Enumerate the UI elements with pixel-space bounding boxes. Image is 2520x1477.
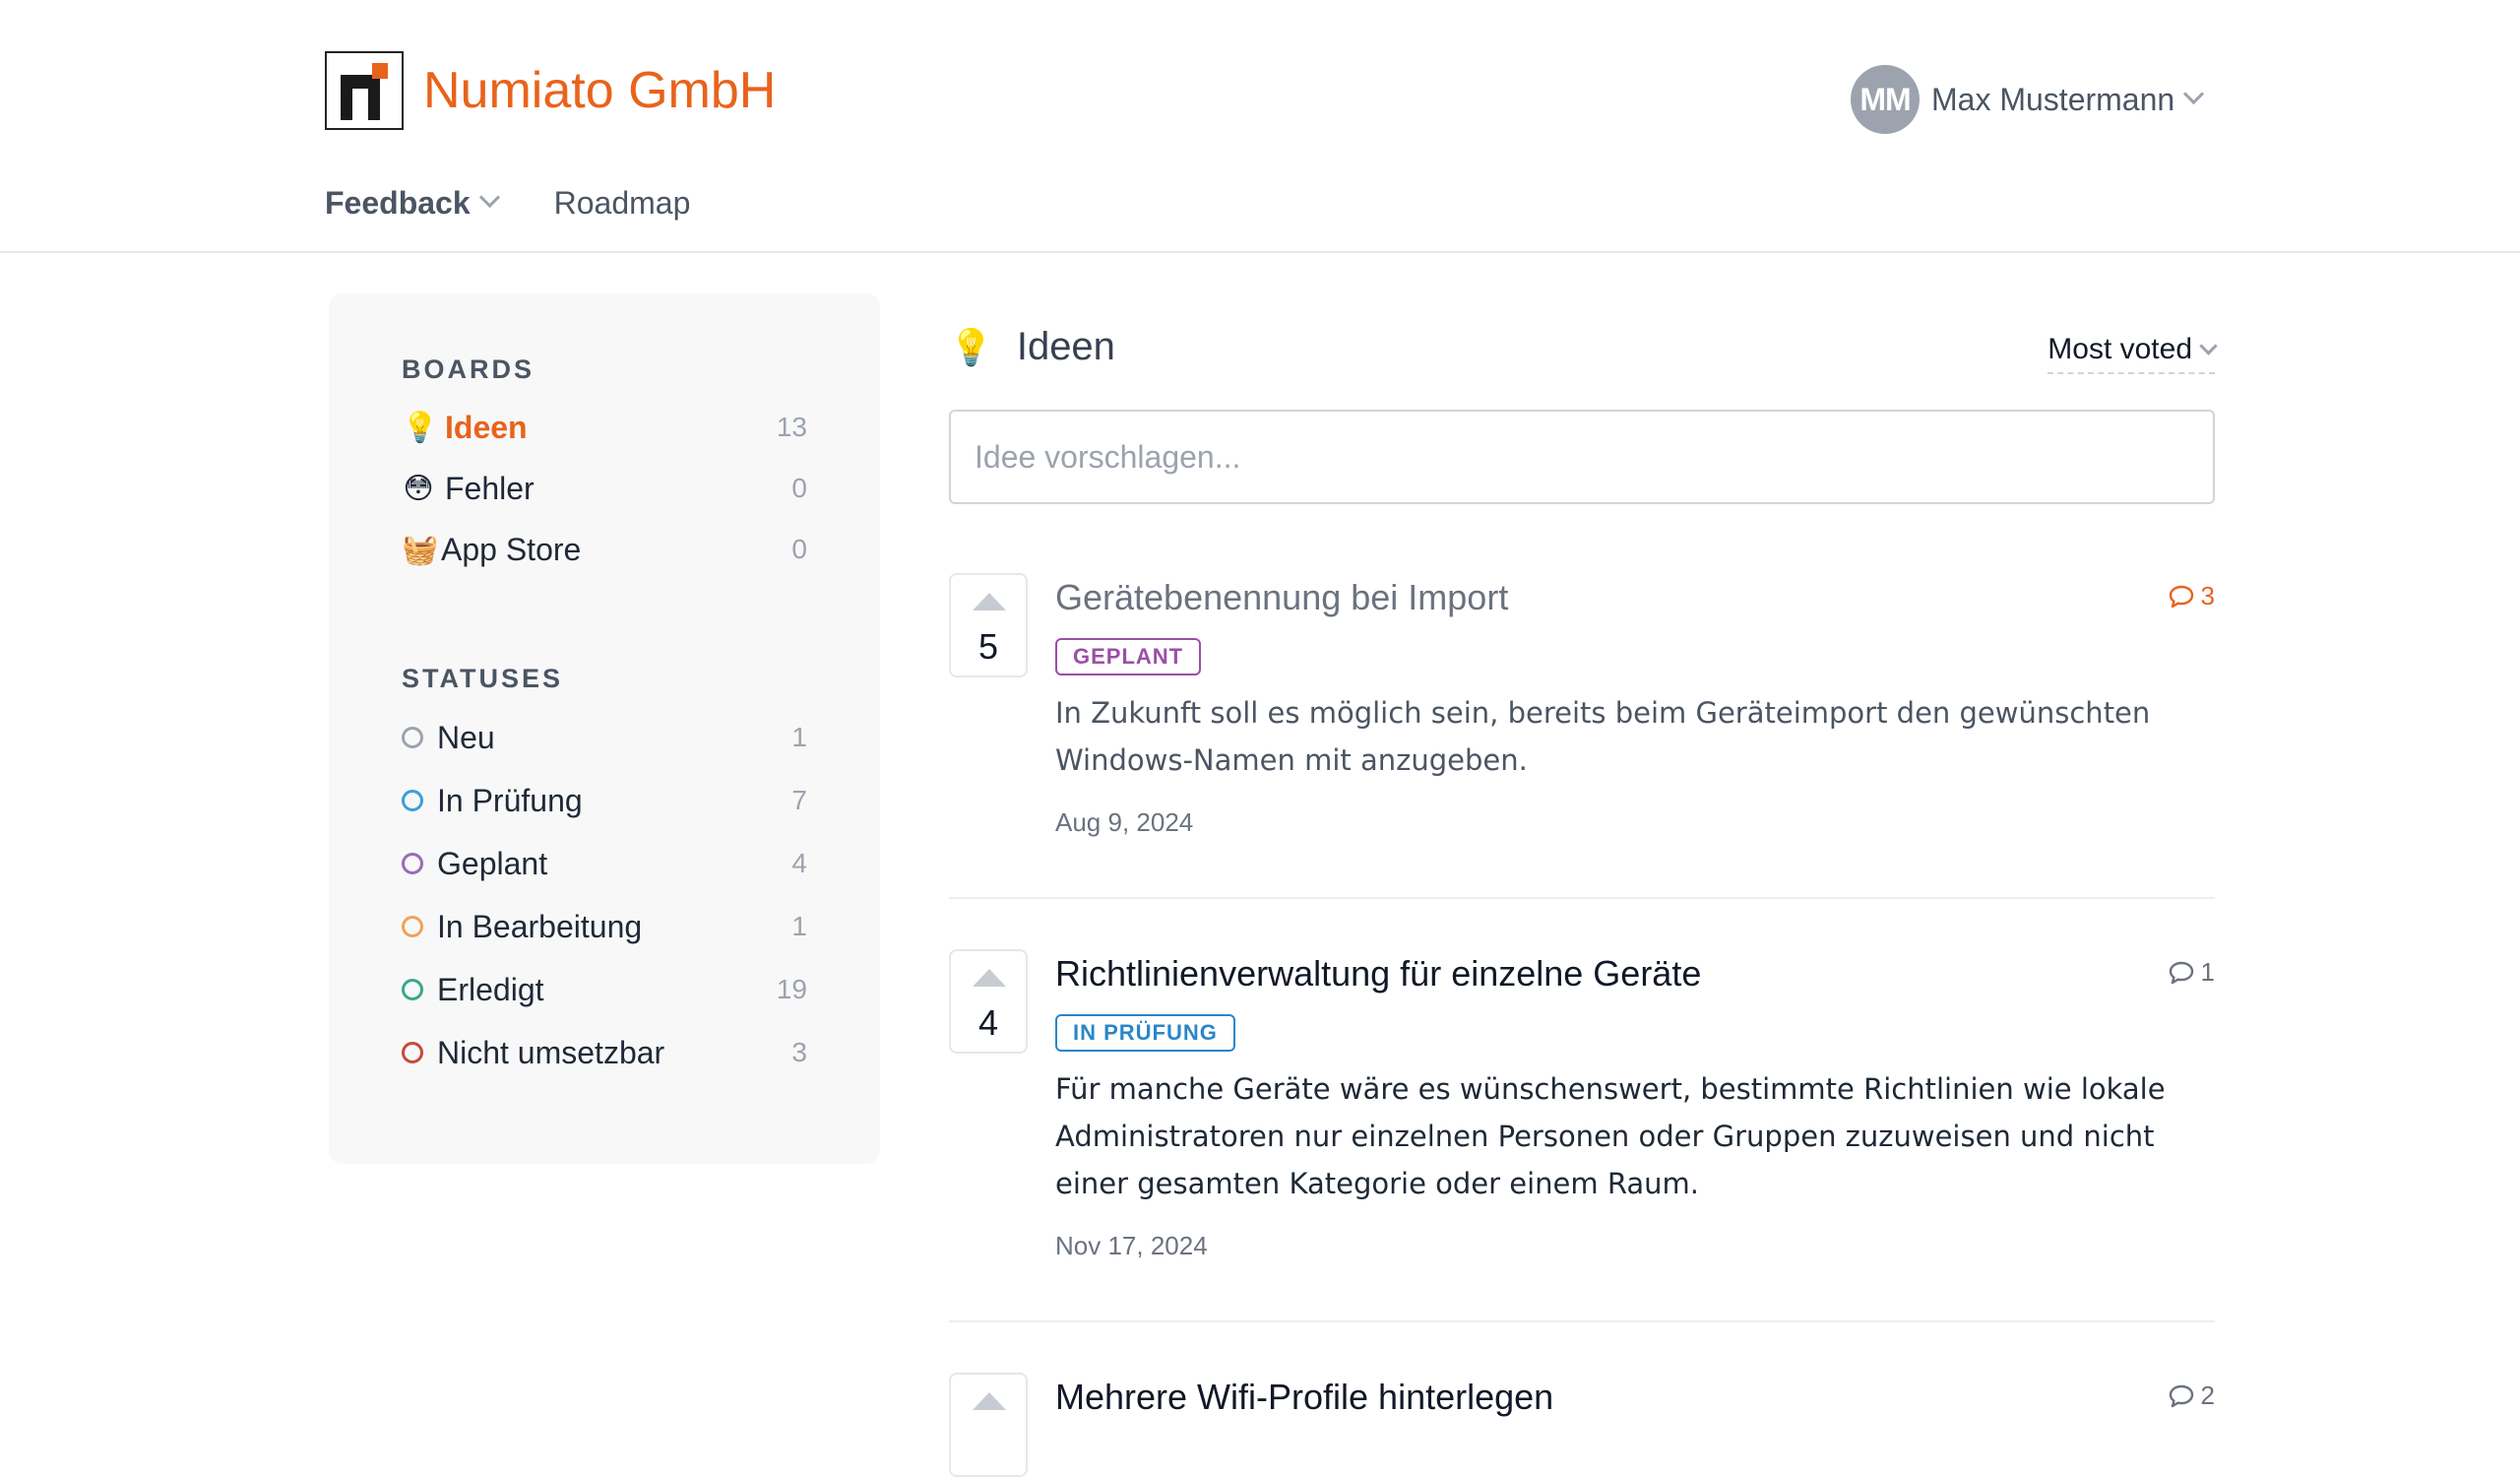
- comment-count[interactable]: 2: [2168, 1381, 2215, 1411]
- comment-count-value: 1: [2200, 957, 2215, 987]
- comment-icon: [2169, 961, 2193, 984]
- chevron-down-icon: [2199, 336, 2218, 355]
- status-item-neu[interactable]: Neu 1: [402, 713, 807, 762]
- user-name: Max Mustermann: [1931, 81, 2175, 117]
- circle-icon: [402, 790, 423, 811]
- status-item-in-bearbeitung[interactable]: In Bearbeitung 1: [402, 902, 807, 951]
- brand[interactable]: Numiato GmbH: [325, 51, 776, 130]
- main-nav: Feedback Roadmap: [325, 185, 690, 222]
- circle-icon: [402, 1042, 423, 1063]
- vote-count: 4: [977, 1002, 999, 1043]
- sidebar: BOARDS 💡 Ideen 13 😳 Fehler 0 🧺 App Store…: [329, 293, 880, 1164]
- circle-icon: [402, 916, 423, 937]
- avatar: MM: [1851, 65, 1920, 134]
- post-title[interactable]: Mehrere Wifi-Profile hinterlegen: [1055, 1377, 1553, 1418]
- chevron-down-icon: [2183, 83, 2205, 104]
- status-label: In Bearbeitung: [437, 908, 643, 944]
- post-description: Für manche Geräte wäre es wünschenswert,…: [1055, 1072, 2166, 1200]
- board-title: Ideen: [1016, 325, 1115, 368]
- lightbulb-icon: 💡: [949, 326, 993, 367]
- board-label: Fehler: [445, 470, 535, 506]
- upvote-button[interactable]: 4: [949, 949, 1028, 1054]
- post-title[interactable]: Gerätebenennung bei Import: [1055, 577, 1508, 618]
- sort-label: Most voted: [2048, 333, 2192, 365]
- company-name: Numiato GmbH: [423, 62, 777, 119]
- board-label: Ideen: [445, 409, 528, 445]
- vote-count: 5: [977, 626, 999, 667]
- status-count: 4: [791, 848, 807, 878]
- status-count: 1: [791, 722, 807, 752]
- post-date: Nov 17, 2024: [1055, 1231, 1208, 1260]
- board-item-fehler[interactable]: 😳 Fehler 0: [402, 464, 807, 513]
- sort-dropdown[interactable]: Most voted: [2048, 333, 2218, 374]
- flushed-face-icon: 😳: [403, 472, 434, 505]
- upvote-arrow-icon: [973, 593, 1006, 610]
- status-badge: GEPLANT: [1055, 638, 1202, 675]
- circle-icon: [402, 727, 423, 748]
- comment-count-value: 2: [2200, 1381, 2215, 1410]
- status-count: 1: [791, 911, 807, 941]
- board-item-app-store[interactable]: 🧺 App Store 0: [402, 525, 807, 574]
- upvote-button[interactable]: 5: [949, 573, 1028, 677]
- circle-icon: [402, 979, 423, 1000]
- board-count: 0: [791, 534, 807, 564]
- post-title[interactable]: Richtlinienverwaltung für einzelne Gerät…: [1055, 953, 1701, 995]
- nav-feedback-label: Feedback: [325, 185, 471, 221]
- header: Numiato GmbH MM Max Mustermann Feedback …: [0, 0, 2520, 253]
- comment-icon: [2169, 585, 2193, 608]
- nav-roadmap-label: Roadmap: [553, 185, 691, 221]
- upvote-arrow-icon: [973, 1392, 1006, 1410]
- board-count: 13: [776, 412, 807, 442]
- chevron-down-icon: [478, 186, 500, 209]
- status-label: Nicht umsetzbar: [437, 1034, 665, 1070]
- board-heading: 💡 Ideen: [949, 325, 1115, 369]
- comment-count[interactable]: 1: [2168, 957, 2215, 988]
- suggest-idea-input[interactable]: [949, 410, 2215, 504]
- status-label: In Prüfung: [437, 782, 583, 818]
- comment-count-value: 3: [2200, 581, 2215, 610]
- company-logo: [325, 51, 404, 130]
- basket-icon: 🧺: [402, 533, 439, 566]
- board-item-ideen[interactable]: 💡 Ideen 13: [402, 403, 807, 452]
- nav-roadmap[interactable]: Roadmap: [554, 185, 691, 222]
- upvote-button[interactable]: [949, 1373, 1028, 1477]
- status-count: 3: [791, 1037, 807, 1067]
- post-description: In Zukunft soll es möglich sein, bereits…: [1055, 696, 2151, 777]
- lightbulb-icon: 💡: [402, 411, 439, 444]
- divider: [949, 1320, 2215, 1322]
- comment-icon: [2169, 1384, 2193, 1407]
- circle-icon: [402, 853, 423, 874]
- statuses-heading: STATUSES: [402, 664, 564, 693]
- status-item-erledigt[interactable]: Erledigt 19: [402, 965, 807, 1014]
- status-badge: IN PRÜFUNG: [1055, 1014, 1235, 1052]
- nav-feedback[interactable]: Feedback: [325, 185, 500, 222]
- board-count: 0: [791, 473, 807, 503]
- board-label: App Store: [441, 531, 582, 567]
- status-item-in-pruefung[interactable]: In Prüfung 7: [402, 776, 807, 825]
- divider: [949, 897, 2215, 899]
- upvote-arrow-icon: [973, 969, 1006, 987]
- comment-count[interactable]: 3: [2168, 581, 2215, 611]
- status-count: 7: [791, 785, 807, 815]
- status-item-geplant[interactable]: Geplant 4: [402, 839, 807, 888]
- status-item-nicht-umsetzbar[interactable]: Nicht umsetzbar 3: [402, 1028, 807, 1077]
- status-label: Erledigt: [437, 971, 544, 1007]
- status-label: Geplant: [437, 845, 548, 881]
- user-menu[interactable]: MM Max Mustermann: [1851, 65, 2205, 134]
- status-label: Neu: [437, 719, 495, 755]
- boards-heading: BOARDS: [402, 354, 536, 384]
- status-count: 19: [776, 974, 807, 1004]
- post-date: Aug 9, 2024: [1055, 807, 1194, 837]
